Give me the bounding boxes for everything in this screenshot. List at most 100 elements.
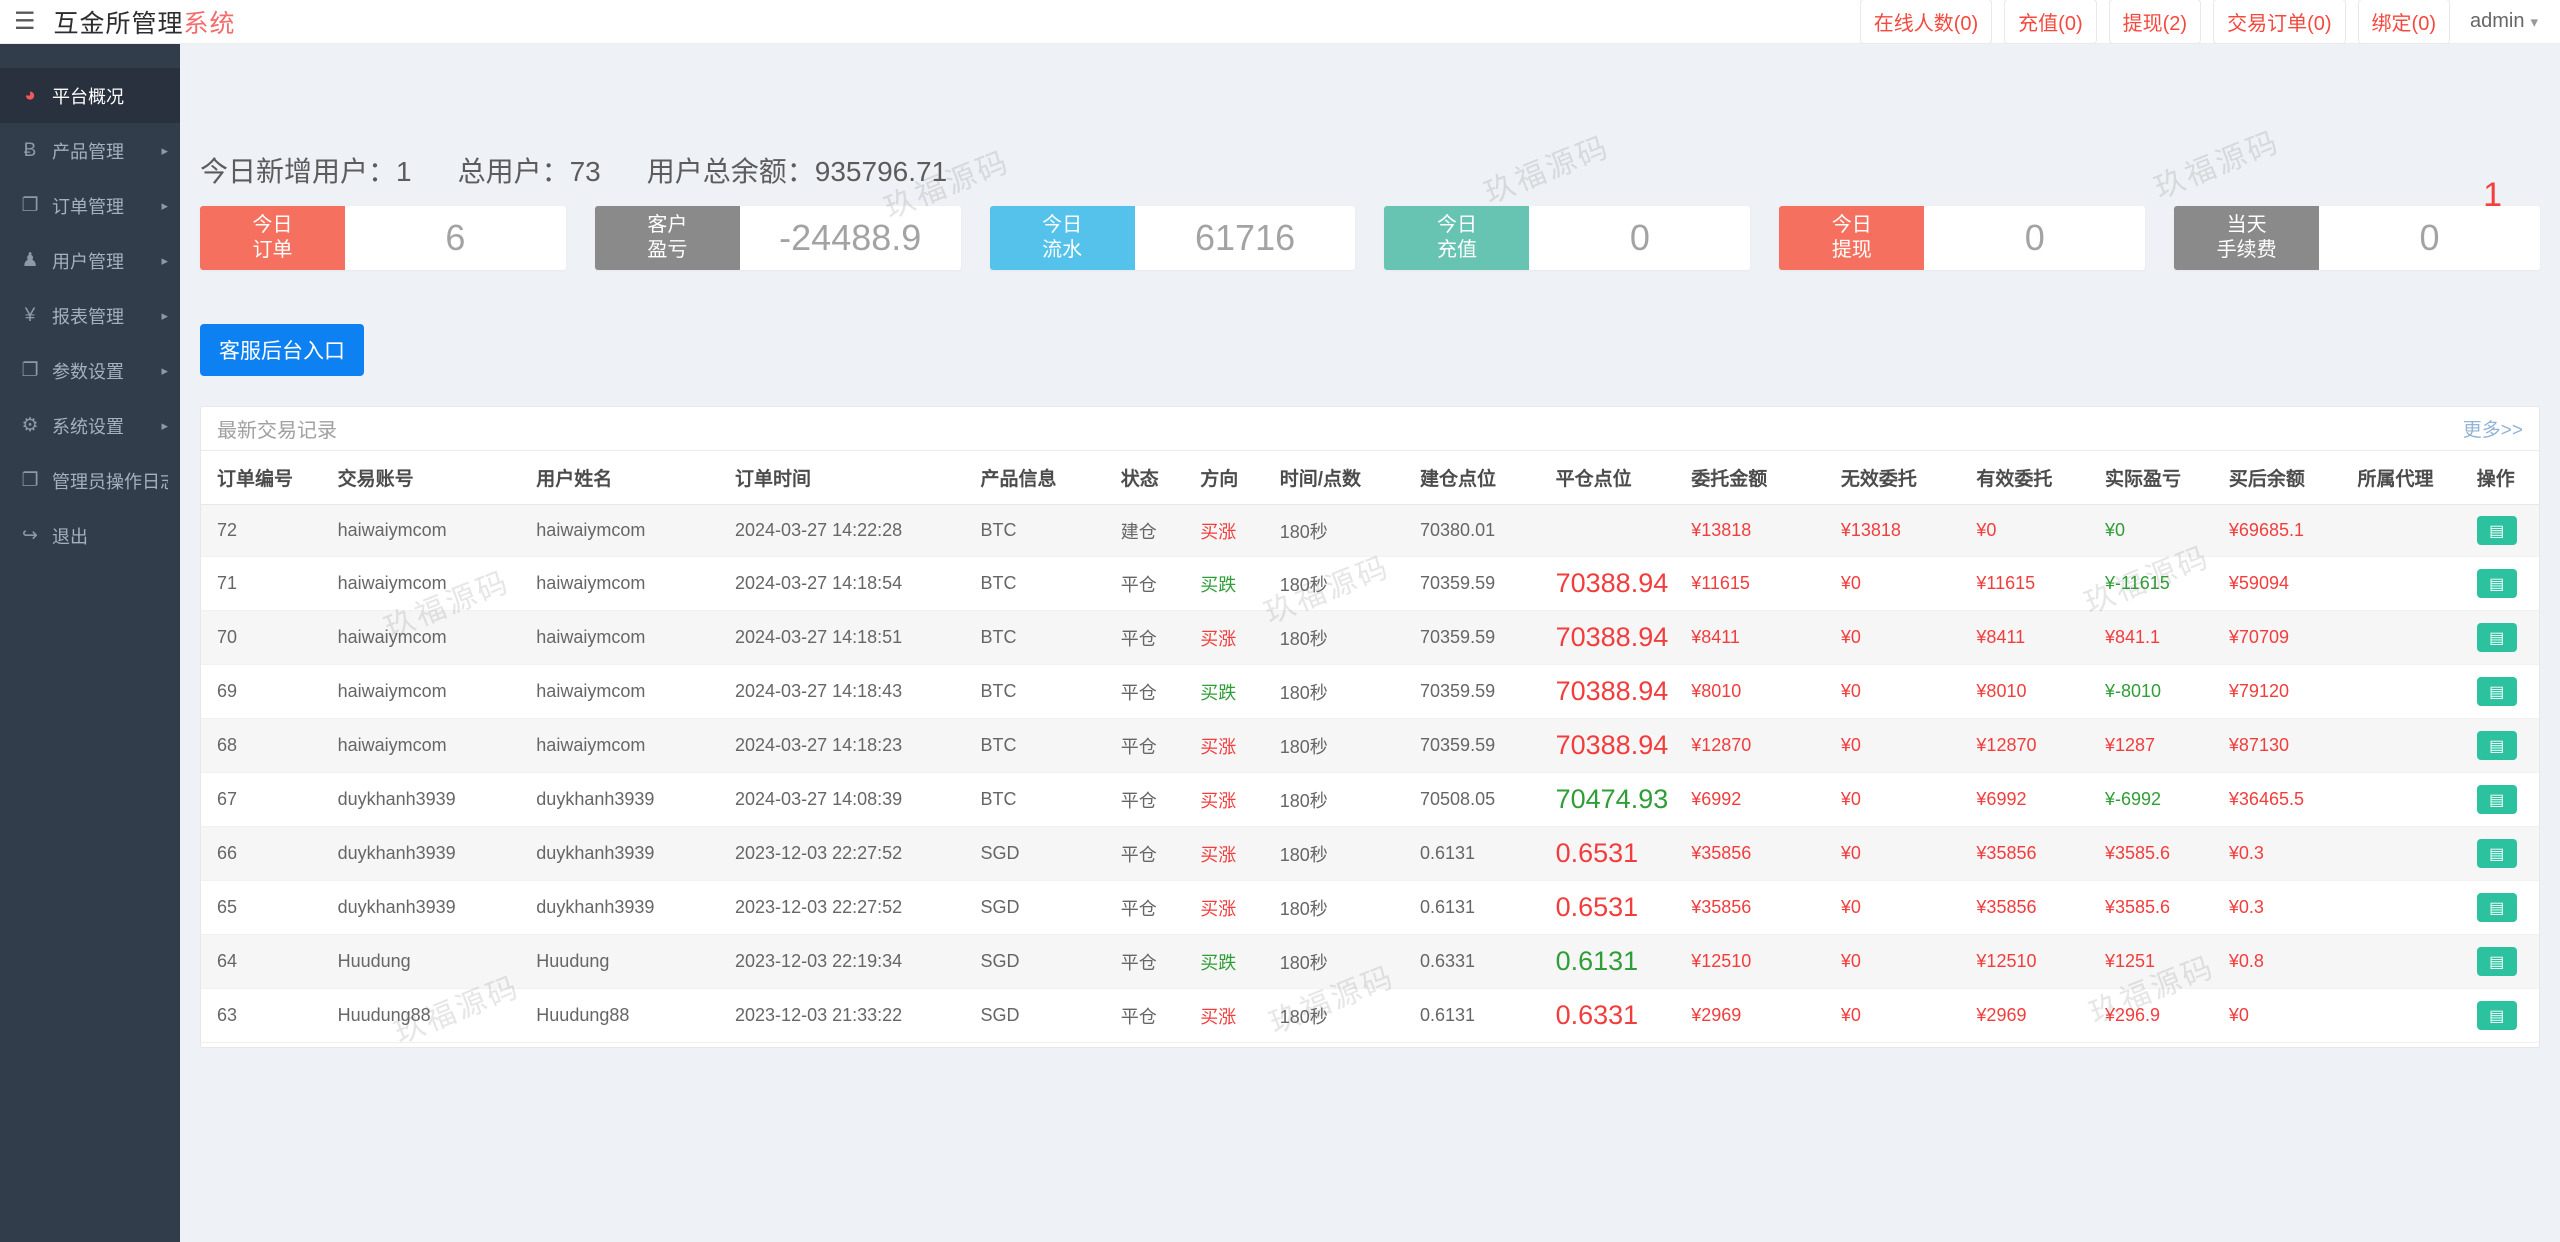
cell-close-price: 0.6531 <box>1548 827 1684 881</box>
cell-valid-amount: ¥2969 <box>1968 989 2097 1043</box>
cell-order-time: 2023-12-03 22:27:52 <box>727 881 973 935</box>
table-header-row: 订单编号 交易账号 用户姓名 订单时间 产品信息 状态 方向 时间/点数 <box>201 451 2539 505</box>
detail-button[interactable]: ▤ <box>2477 623 2517 652</box>
cell-invalid-amount: ¥0 <box>1833 665 1969 719</box>
cell-balance: ¥59094 <box>2221 557 2350 611</box>
cell-username: duykhanh3939 <box>528 827 727 881</box>
cell-order-time: 2024-03-27 14:18:51 <box>727 611 973 665</box>
sidebar-item[interactable]: ❐ 管理员操作日志 <box>0 453 180 508</box>
cell-agent <box>2349 989 2468 1043</box>
detail-button[interactable]: ▤ <box>2477 785 2517 814</box>
cell-duration: 180秒 <box>1272 665 1412 719</box>
sidebar-item[interactable]: ↪ 退出 <box>0 508 180 563</box>
stat-card-label: 客户 盈亏 <box>595 206 740 270</box>
cell-agent <box>2349 505 2468 557</box>
column-header: 实际盈亏 <box>2097 451 2221 505</box>
cell-direction: 买涨 <box>1192 719 1271 773</box>
panel-header: 最新交易记录 更多>> <box>201 407 2539 451</box>
cell-action: ▤ <box>2469 719 2539 773</box>
detail-button[interactable]: ▤ <box>2477 569 2517 598</box>
form-icon: ▤ <box>2489 574 2504 594</box>
stat-card-label: 今日 提现 <box>1779 206 1924 270</box>
cell-username: Huudung <box>528 935 727 989</box>
stat-card-label: 今日 订单 <box>200 206 345 270</box>
table-row: 66 duykhanh3939 duykhanh3939 2023-12-03 … <box>201 827 2539 881</box>
params-icon: ❐ <box>16 359 44 382</box>
cell-action: ▤ <box>2469 935 2539 989</box>
detail-button[interactable]: ▤ <box>2477 677 2517 706</box>
summary-stat: 今日新增用户：1 <box>200 150 412 190</box>
cell-valid-amount: ¥6992 <box>1968 773 2097 827</box>
cell-direction: 买跌 <box>1192 935 1271 989</box>
column-header: 时间/点数 <box>1272 451 1412 505</box>
detail-button[interactable]: ▤ <box>2477 516 2517 545</box>
cell-invalid-amount: ¥0 <box>1833 719 1969 773</box>
sidebar-item[interactable]: Ƀ 产品管理 ▸ <box>0 123 180 178</box>
form-icon: ▤ <box>2489 521 2504 541</box>
header-nav-button[interactable]: 提现(2) <box>2109 0 2201 44</box>
detail-button[interactable]: ▤ <box>2477 731 2517 760</box>
cell-direction: 买涨 <box>1192 773 1271 827</box>
chevron-down-icon: ▾ <box>2530 13 2538 31</box>
sidebar-item[interactable]: ♟ 用户管理 ▸ <box>0 233 180 288</box>
cell-close-price: 70388.94 <box>1548 611 1684 665</box>
header-nav-button[interactable]: 充值(0) <box>2004 0 2096 44</box>
cell-amount: ¥8010 <box>1683 665 1833 719</box>
cell-status: 平仓 <box>1113 773 1192 827</box>
admin-menu[interactable]: admin ▾ <box>2462 10 2546 33</box>
form-icon: ▤ <box>2489 628 2504 648</box>
sidebar-item[interactable]: ❐ 订单管理 ▸ <box>0 178 180 233</box>
summary-stat-label: 用户总余额： <box>647 156 815 187</box>
detail-button[interactable]: ▤ <box>2477 839 2517 868</box>
table-row: 65 duykhanh3939 duykhanh3939 2023-12-03 … <box>201 881 2539 935</box>
header-nav-button[interactable]: 绑定(0) <box>2358 0 2450 44</box>
stat-card-value: -24488.9 <box>740 206 961 270</box>
sidebar-item[interactable]: ⚙ 系统设置 ▸ <box>0 398 180 453</box>
cell-valid-amount: ¥12870 <box>1968 719 2097 773</box>
cell-valid-amount: ¥8411 <box>1968 611 2097 665</box>
cell-username: duykhanh3939 <box>528 881 727 935</box>
sidebar-item[interactable]: ❐ 参数设置 ▸ <box>0 343 180 398</box>
cell-close-price: 70388.94 <box>1548 665 1684 719</box>
menu-toggle-icon[interactable]: ☰ <box>14 10 36 34</box>
table-row: 64 Huudung Huudung 2023-12-03 22:19:34 S… <box>201 935 2539 989</box>
customer-service-button[interactable]: 客服后台入口 <box>200 324 364 376</box>
more-link[interactable]: 更多>> <box>2463 415 2523 442</box>
cell-profit: ¥-11615 <box>2097 557 2221 611</box>
cell-agent <box>2349 557 2468 611</box>
stat-card-value: 0 <box>2319 206 2540 270</box>
cell-balance: ¥0.8 <box>2221 935 2350 989</box>
stat-card-value: 6 <box>345 206 566 270</box>
detail-button[interactable]: ▤ <box>2477 947 2517 976</box>
detail-button[interactable]: ▤ <box>2477 1001 2517 1030</box>
stat-card: 今日 订单 6 <box>200 206 566 270</box>
sidebar-item[interactable]: ◕ 平台概况 <box>0 68 180 123</box>
sidebar-item-label: 用户管理 <box>52 248 124 274</box>
cell-agent <box>2349 881 2468 935</box>
cell-status: 平仓 <box>1113 557 1192 611</box>
cell-order-time: 2024-03-27 14:18:54 <box>727 557 973 611</box>
cell-account: haiwaiymcom <box>330 611 529 665</box>
sidebar-item-label: 报表管理 <box>52 303 124 329</box>
column-header: 平仓点位 <box>1548 451 1684 505</box>
cell-product: BTC <box>973 665 1113 719</box>
cell-profit: ¥296.9 <box>2097 989 2221 1043</box>
page-badge: 1 <box>2483 176 2502 215</box>
cell-agent <box>2349 611 2468 665</box>
cell-open-price: 70359.59 <box>1412 611 1548 665</box>
header-nav-button[interactable]: 交易订单(0) <box>2213 0 2345 44</box>
table-row: 71 haiwaiymcom haiwaiymcom 2024-03-27 14… <box>201 557 2539 611</box>
cell-valid-amount: ¥0 <box>1968 505 2097 557</box>
detail-button[interactable]: ▤ <box>2477 893 2517 922</box>
cell-direction: 买涨 <box>1192 611 1271 665</box>
cell-username: duykhanh3939 <box>528 773 727 827</box>
column-header: 交易账号 <box>330 451 529 505</box>
header-nav-button[interactable]: 在线人数(0) <box>1860 0 1992 44</box>
cell-order-time: 2024-03-27 14:22:28 <box>727 505 973 557</box>
cell-status: 平仓 <box>1113 611 1192 665</box>
cell-username: haiwaiymcom <box>528 557 727 611</box>
cell-invalid-amount: ¥0 <box>1833 881 1969 935</box>
sidebar-item[interactable]: ¥ 报表管理 ▸ <box>0 288 180 343</box>
cell-close-price: 0.6331 <box>1548 989 1684 1043</box>
cell-product: SGD <box>973 827 1113 881</box>
